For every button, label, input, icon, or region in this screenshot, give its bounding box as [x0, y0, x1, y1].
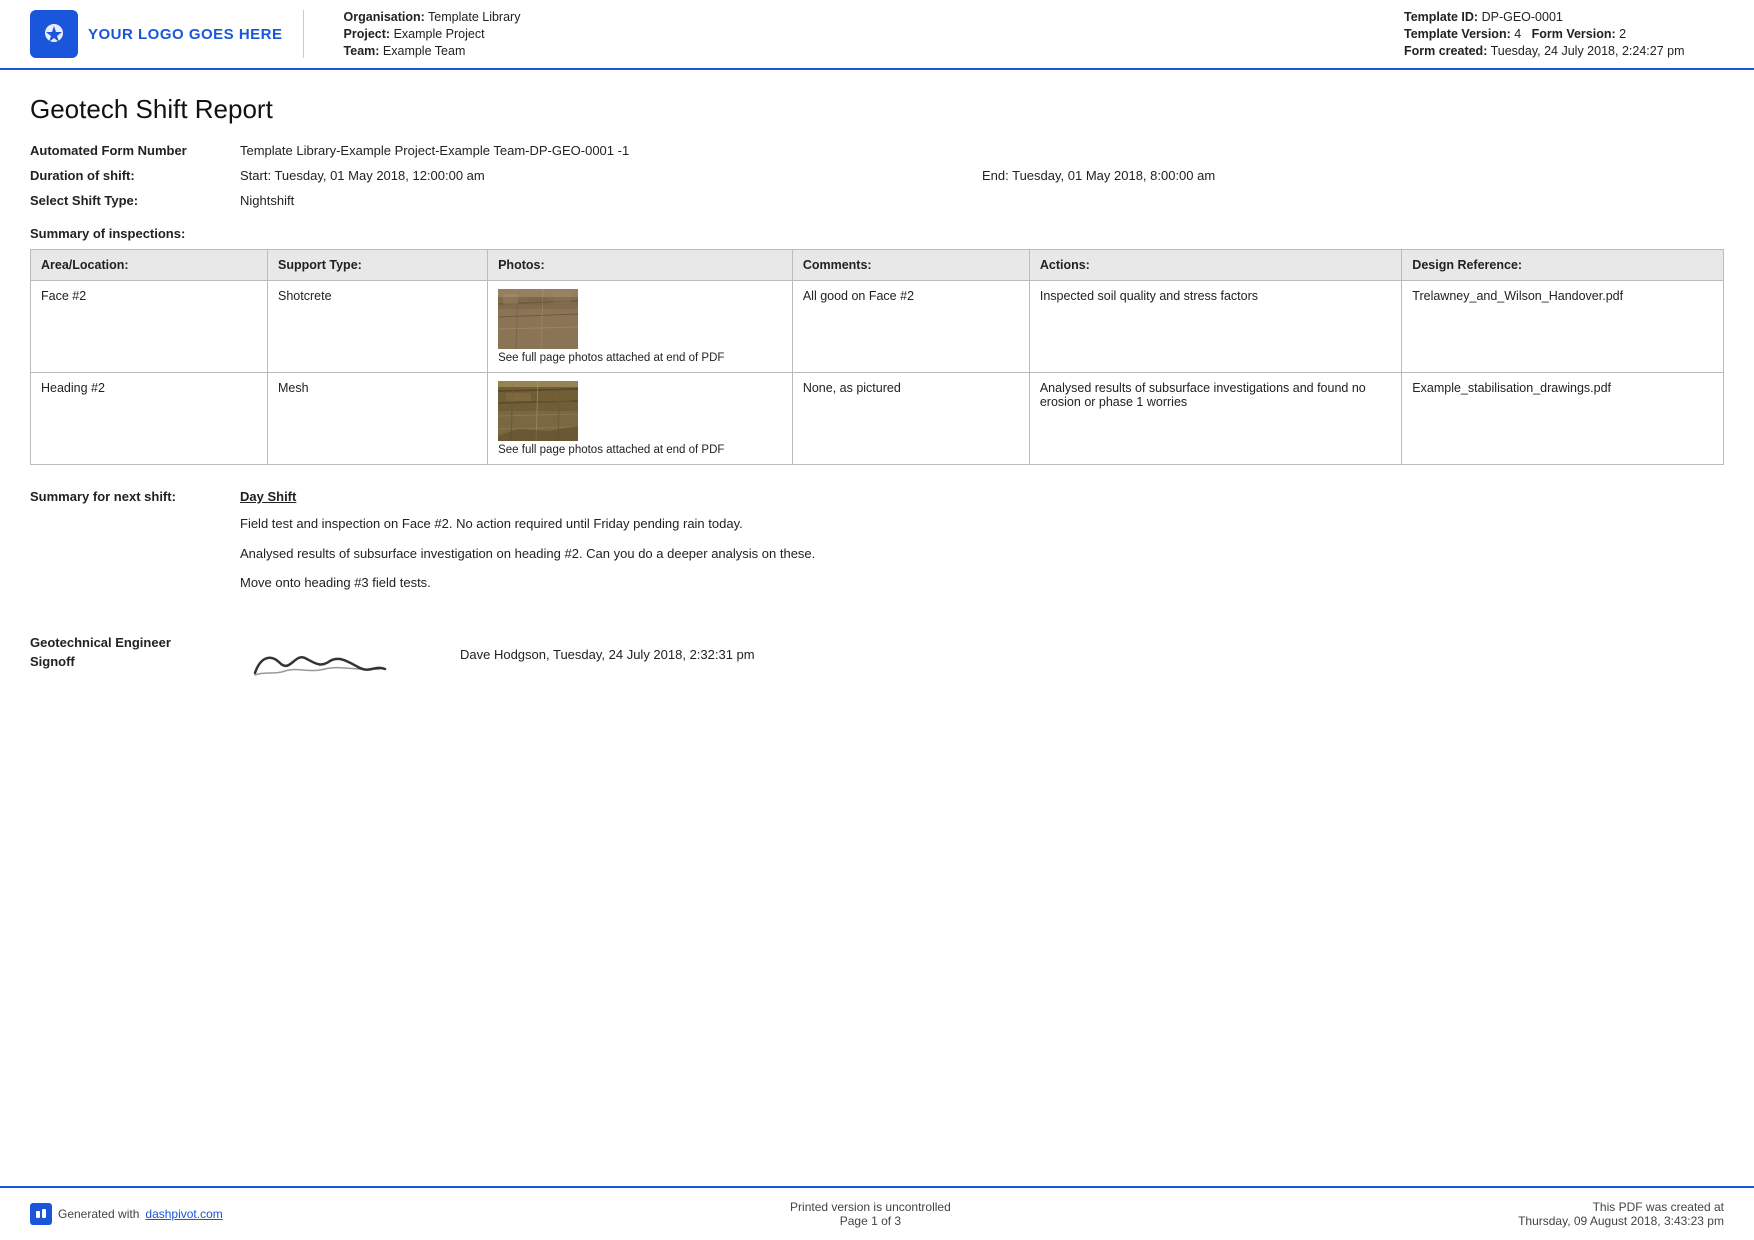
- logo-section: YOUR LOGO GOES HERE: [30, 10, 304, 58]
- duration-end: End: Tuesday, 01 May 2018, 8:00:00 am: [982, 168, 1724, 183]
- footer-center: Printed version is uncontrolled Page 1 o…: [790, 1200, 951, 1228]
- next-shift-content: Day Shift Field test and inspection on F…: [240, 489, 1724, 603]
- col-header-actions: Actions:: [1029, 250, 1401, 281]
- cell-comments-2: None, as pictured: [792, 373, 1029, 465]
- cell-area-2: Heading #2: [31, 373, 268, 465]
- footer-logo-icon: [30, 1203, 52, 1225]
- footer-page: Page 1 of 3: [790, 1214, 951, 1228]
- next-shift-para-3: Move onto heading #3 field tests.: [240, 573, 1724, 593]
- cell-support-1: Shotcrete: [268, 281, 488, 373]
- inspection-table: Area/Location: Support Type: Photos: Com…: [30, 249, 1724, 465]
- duration-values: Start: Tuesday, 01 May 2018, 12:00:00 am…: [240, 168, 1724, 183]
- summary-label: Summary of inspections:: [30, 226, 1724, 241]
- table-row: Heading #2 Mesh: [31, 373, 1724, 465]
- col-header-area: Area/Location:: [31, 250, 268, 281]
- duration-row: Duration of shift: Start: Tuesday, 01 Ma…: [30, 168, 1724, 183]
- col-header-support: Support Type:: [268, 250, 488, 281]
- version-line: Template Version: 4 Form Version: 2: [1404, 27, 1724, 41]
- signoff-label: Geotechnical Engineer Signoff: [30, 633, 240, 672]
- cell-design-1: Trelawney_and_Wilson_Handover.pdf: [1402, 281, 1724, 373]
- signoff-row: Geotechnical Engineer Signoff Dave Hodgs…: [30, 633, 1724, 696]
- col-header-comments: Comments:: [792, 250, 1029, 281]
- footer-right: This PDF was created at Thursday, 09 Aug…: [1518, 1200, 1724, 1228]
- photo-thumbnail-1: [498, 289, 782, 352]
- cell-photos-2: See full page photos attached at end of …: [488, 373, 793, 465]
- table-row: Face #2 Shotcrete: [31, 281, 1724, 373]
- photo-thumbnail-2: [498, 381, 782, 444]
- logo-icon: [30, 10, 78, 58]
- next-shift-label: Summary for next shift:: [30, 489, 240, 504]
- shift-type-label: Select Shift Type:: [30, 193, 240, 208]
- footer-uncontrolled: Printed version is uncontrolled: [790, 1200, 951, 1214]
- team-line: Team: Example Team: [344, 44, 1384, 58]
- logo-text: YOUR LOGO GOES HERE: [88, 26, 283, 43]
- cell-comments-1: All good on Face #2: [792, 281, 1029, 373]
- report-title: Geotech Shift Report: [30, 94, 1724, 125]
- org-line: Organisation: Template Library: [344, 10, 1384, 24]
- main-content: Geotech Shift Report Automated Form Numb…: [0, 70, 1754, 816]
- project-line: Project: Example Project: [344, 27, 1384, 41]
- page-footer: Generated with dashpivot.com Printed ver…: [0, 1186, 1754, 1240]
- footer-created-line1: This PDF was created at: [1518, 1200, 1724, 1214]
- footer-left: Generated with dashpivot.com: [30, 1203, 223, 1225]
- col-header-design: Design Reference:: [1402, 250, 1724, 281]
- footer-generated-text: Generated with: [58, 1207, 139, 1221]
- footer-created-line2: Thursday, 09 August 2018, 3:43:23 pm: [1518, 1214, 1724, 1228]
- form-created-line: Form created: Tuesday, 24 July 2018, 2:2…: [1404, 44, 1724, 58]
- cell-design-2: Example_stabilisation_drawings.pdf: [1402, 373, 1724, 465]
- signoff-detail: Dave Hodgson, Tuesday, 24 July 2018, 2:3…: [460, 633, 755, 662]
- col-header-photos: Photos:: [488, 250, 793, 281]
- template-id-line: Template ID: DP-GEO-0001: [1404, 10, 1724, 24]
- photo-caption-2: See full page photos attached at end of …: [498, 444, 782, 456]
- page-header: YOUR LOGO GOES HERE Organisation: Templa…: [0, 0, 1754, 70]
- footer-link[interactable]: dashpivot.com: [145, 1207, 222, 1221]
- form-number-label: Automated Form Number: [30, 143, 240, 158]
- form-number-row: Automated Form Number Template Library-E…: [30, 143, 1724, 158]
- header-center: Organisation: Template Library Project: …: [324, 10, 1384, 58]
- signoff-signature: [240, 633, 420, 696]
- cell-area-1: Face #2: [31, 281, 268, 373]
- next-shift-row: Summary for next shift: Day Shift Field …: [30, 489, 1724, 603]
- next-shift-para-2: Analysed results of subsurface investiga…: [240, 544, 1724, 564]
- next-shift-para-1: Field test and inspection on Face #2. No…: [240, 514, 1724, 534]
- cell-support-2: Mesh: [268, 373, 488, 465]
- cell-actions-1: Inspected soil quality and stress factor…: [1029, 281, 1401, 373]
- duration-label: Duration of shift:: [30, 168, 240, 183]
- cell-photos-1: See full page photos attached at end of …: [488, 281, 793, 373]
- photo-caption-1: See full page photos attached at end of …: [498, 352, 782, 364]
- header-right: Template ID: DP-GEO-0001 Template Versio…: [1404, 10, 1724, 58]
- shift-type-value: Nightshift: [240, 193, 1724, 208]
- form-number-value: Template Library-Example Project-Example…: [240, 143, 1724, 158]
- next-shift-heading: Day Shift: [240, 489, 1724, 504]
- shift-type-row: Select Shift Type: Nightshift: [30, 193, 1724, 208]
- table-header-row: Area/Location: Support Type: Photos: Com…: [31, 250, 1724, 281]
- duration-start: Start: Tuesday, 01 May 2018, 12:00:00 am: [240, 168, 982, 183]
- cell-actions-2: Analysed results of subsurface investiga…: [1029, 373, 1401, 465]
